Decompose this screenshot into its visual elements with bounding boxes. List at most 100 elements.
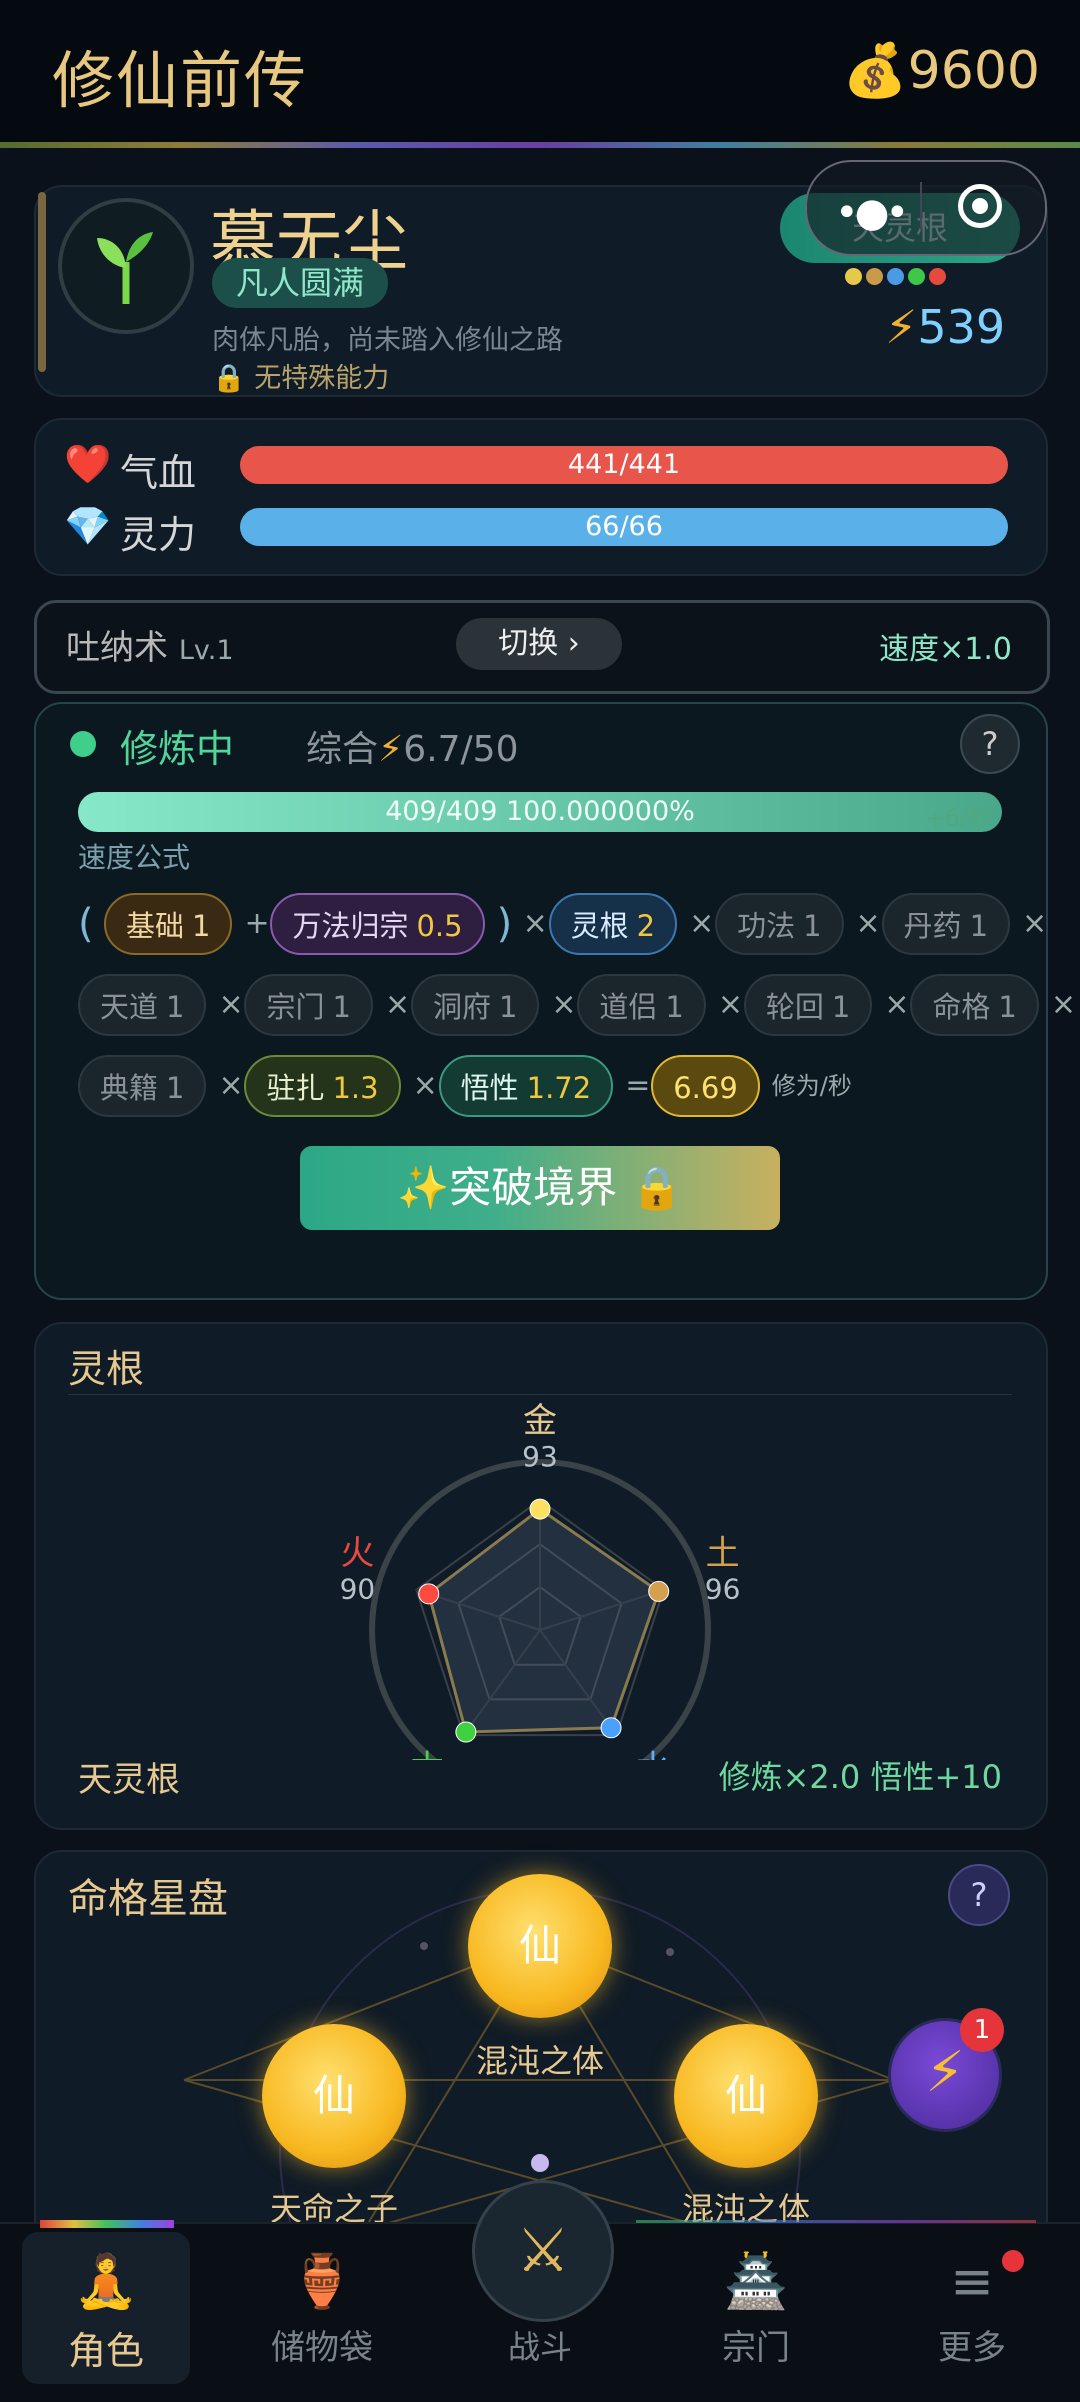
- ability-status: 🔒 无特殊能力: [212, 356, 389, 395]
- destiny-orb-label: 混沌之体: [475, 2042, 604, 2080]
- lightning-icon: ⚡: [378, 729, 404, 770]
- chip-value: 1: [831, 990, 851, 1024]
- mp-value: 66/66: [585, 511, 663, 542]
- formula-operator: ×: [218, 1068, 244, 1103]
- radar-element-name: 火: [340, 1534, 374, 1574]
- chip-label: 天道: [100, 990, 159, 1024]
- formula-chip: 6.69: [651, 1055, 760, 1117]
- mp-label: 灵力: [120, 513, 197, 557]
- lightning-icon: ⚡: [925, 2040, 965, 2105]
- radar-point: [418, 1583, 440, 1605]
- avatar[interactable]: [58, 198, 194, 334]
- nav-sect[interactable]: 🏯 宗门: [656, 2244, 856, 2394]
- technique-level: Lv.1: [178, 635, 234, 666]
- formula-chip: 驻扎 1.3: [244, 1055, 401, 1117]
- formula-operator: ×: [689, 906, 715, 941]
- radar-element-name: 金: [523, 1401, 557, 1441]
- nav-role[interactable]: 🧘 角色: [6, 2244, 206, 2394]
- total-label: 综合: [306, 729, 379, 770]
- formula-chip: 基础 1: [104, 893, 233, 955]
- formula-operator: =: [625, 1068, 651, 1103]
- chip-value: 1.3: [332, 1071, 379, 1105]
- breakthrough-button[interactable]: ✨突破境界 🔒: [300, 1146, 780, 1230]
- capsule-divider: [920, 182, 922, 230]
- chip-value: 1: [998, 990, 1017, 1024]
- radar-element-value: 90: [340, 1573, 376, 1606]
- chip-label: 灵根: [570, 909, 629, 943]
- coin-balance: 💰9600: [842, 41, 1040, 101]
- radar-point: [455, 1721, 477, 1743]
- destiny-orb[interactable]: 仙: [468, 1874, 612, 2018]
- formula-chip: 命格 1: [910, 974, 1039, 1036]
- chip-label: 命格: [932, 990, 991, 1024]
- formula-operator: ): [496, 901, 513, 947]
- formula-chip: 典籍 1: [78, 1055, 207, 1117]
- destiny-orb[interactable]: 仙: [674, 2024, 818, 2168]
- notification-badge: 1: [960, 2008, 1004, 2052]
- technique-speed: 速度×1.0: [879, 632, 1012, 667]
- radar-element-name: 土: [706, 1534, 740, 1574]
- formula-operator: ×: [717, 987, 744, 1022]
- hp-label: 气血: [120, 451, 197, 495]
- nav-battle[interactable]: ⚔: [472, 2180, 614, 2322]
- help-button[interactable]: ?: [960, 714, 1020, 774]
- lock-icon: 🔒: [212, 363, 246, 394]
- root-color-dots: [845, 268, 946, 285]
- technique-title: 吐纳术: [66, 628, 168, 668]
- more-dots-icon[interactable]: •●•: [835, 190, 909, 236]
- star-chart-help-button[interactable]: ?: [948, 1864, 1010, 1926]
- diamond-icon: 💎: [64, 504, 112, 548]
- combat-power: ⚡539: [885, 300, 1005, 354]
- formula-operator: ×: [1050, 987, 1076, 1022]
- chip-value: 0.5: [416, 909, 463, 943]
- header-divider: [0, 142, 1080, 148]
- chip-value: 1.72: [526, 1071, 592, 1105]
- mp-bar: 66/66: [240, 508, 1008, 546]
- technique-name: 吐纳术 Lv.1: [66, 620, 234, 669]
- nav-label: 储物袋: [271, 2328, 373, 2368]
- cultivation-status: 修炼中: [120, 727, 235, 771]
- nav-storage[interactable]: 🏺 储物袋: [222, 2244, 422, 2394]
- meditating-figure-icon: 🧘: [73, 2252, 139, 2312]
- chip-label: 轮回: [765, 990, 824, 1024]
- chip-label: 道侣: [599, 990, 658, 1024]
- chip-value: 1: [665, 990, 684, 1024]
- lightning-icon: ⚡: [885, 300, 918, 354]
- switch-technique-button[interactable]: 切换 ›: [456, 618, 622, 670]
- chip-label: 宗门: [266, 990, 325, 1024]
- nav-label: 战斗: [507, 2328, 572, 2366]
- radar-point: [529, 1498, 551, 1520]
- hp-value: 441/441: [567, 449, 681, 480]
- chip-label: 洞府: [432, 990, 491, 1024]
- formula-chip: 道侣 1: [577, 974, 706, 1036]
- progress-text: 409/409 100.000000%: [385, 796, 695, 827]
- root-color-dot: [908, 268, 925, 285]
- character-description: 肉体凡胎，尚未踏入修仙之路: [212, 325, 563, 356]
- formula-chip: 天道 1: [78, 974, 207, 1036]
- star-chart-title: 命格星盘: [68, 1876, 228, 1922]
- formula-chip: 洞府 1: [410, 974, 540, 1036]
- chip-label: 万法归宗: [292, 909, 409, 943]
- sprout-icon: [97, 232, 153, 304]
- radar-element-value: 96: [705, 1573, 741, 1606]
- root-color-dot: [866, 268, 883, 285]
- chip-value: 1: [969, 909, 989, 943]
- destiny-orb[interactable]: 仙: [262, 2024, 406, 2168]
- spirit-root-bonus: 修炼×2.0 悟性+10: [718, 1758, 1002, 1796]
- ability-text: 无特殊能力: [254, 363, 390, 394]
- chip-value: 6.69: [673, 1071, 738, 1105]
- temple-icon: 🏯: [723, 2252, 789, 2312]
- spirit-root-radar: 金93土96水93木97火90: [340, 1401, 741, 1760]
- chip-value: 2: [636, 909, 656, 943]
- nav-more[interactable]: ≡ 更多: [872, 2244, 1072, 2394]
- nav-label: 角色: [67, 2329, 144, 2373]
- formula-operator: ×: [855, 906, 881, 941]
- close-target-icon[interactable]: [958, 184, 1002, 228]
- nav-accent: [40, 2220, 174, 2228]
- radar-point: [600, 1717, 622, 1739]
- formula-operator: ×: [884, 987, 910, 1022]
- formula-chip: 轮回 1: [743, 974, 873, 1036]
- realm-badge: 凡人圆满: [212, 258, 389, 308]
- chip-value: 1: [166, 1071, 185, 1105]
- radar-point: [648, 1580, 670, 1602]
